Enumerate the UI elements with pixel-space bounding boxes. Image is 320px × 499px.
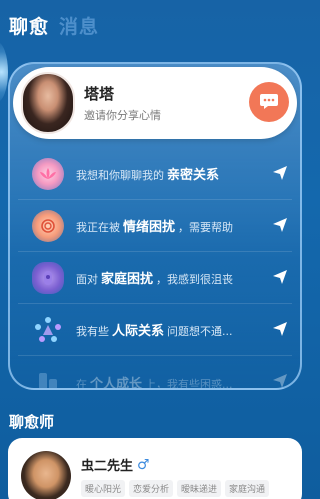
- send-icon[interactable]: [272, 269, 288, 285]
- topic-list: 我想和你聊聊我的 亲密关系 我正在被 情绪困扰 ，需要帮助 面对 家庭困扰 ，我感到很沮丧: [10, 148, 300, 390]
- counselor-name-row: 虫二先生 ♂: [81, 455, 150, 475]
- decorative-glow: [0, 42, 8, 102]
- avatar: [21, 72, 75, 134]
- start-chat-button[interactable]: [249, 82, 289, 122]
- featured-companion-card[interactable]: 塔塔 邀请你分享心情: [13, 67, 297, 139]
- tab-healing[interactable]: 聊愈: [9, 12, 49, 39]
- send-icon[interactable]: [272, 373, 288, 389]
- tag: 家庭沟通: [225, 480, 270, 497]
- people-circle-icon: [32, 314, 64, 346]
- counselor-tags: 暖心阳光 恋爱分析 暧昧递进 家庭沟通: [81, 480, 270, 497]
- companion-subtitle: 邀请你分享心情: [84, 109, 161, 122]
- counselor-name: 虫二先生: [81, 459, 134, 474]
- topic-text: 面对 家庭困扰 ，我感到很沮丧: [76, 272, 234, 287]
- section-title-counselors: 聊愈师: [9, 413, 55, 431]
- family-icon: [32, 261, 64, 294]
- topic-item-relationships[interactable]: 我有些 人际关系 问题想不通...: [18, 304, 292, 356]
- send-icon[interactable]: [272, 165, 288, 181]
- topic-item-family[interactable]: 面对 家庭困扰 ，我感到很沮丧: [18, 252, 292, 304]
- top-tabs: 聊愈 消息: [9, 12, 99, 39]
- chat-bubble-icon: [260, 94, 278, 109]
- spiral-icon: [32, 209, 64, 242]
- topic-item-emotion[interactable]: 我正在被 情绪困扰 ，需要帮助: [18, 200, 292, 252]
- topic-text: 我想和你聊聊我的 亲密关系: [76, 168, 220, 183]
- topic-text: 我有些 人际关系 问题想不通...: [76, 324, 233, 339]
- avatar: [21, 451, 71, 499]
- topic-text: 我正在被 情绪困扰 ，需要帮助: [76, 220, 234, 235]
- tag: 暖心阳光: [81, 480, 126, 497]
- tag: 恋爱分析: [129, 480, 174, 497]
- growth-icon: [32, 366, 64, 388]
- tab-messages[interactable]: 消息: [59, 12, 99, 39]
- chat-panel: 塔塔 邀请你分享心情 我想和你聊聊我的亲密关系 我正在被情绪困扰，需要帮助: [8, 62, 302, 390]
- send-icon[interactable]: [272, 217, 288, 233]
- counselor-card[interactable]: 虫二先生 ♂ 暖心阳光 恋爱分析 暧昧递进 家庭沟通: [8, 438, 302, 499]
- lotus-icon: [32, 157, 64, 190]
- send-icon[interactable]: [272, 321, 288, 337]
- companion-name: 塔塔: [84, 85, 115, 103]
- tag: 暧昧递进: [177, 480, 222, 497]
- topic-text: 在个人成长 上，我有些困惑...: [76, 376, 233, 390]
- topic-item-intimacy[interactable]: 我想和你聊聊我的 亲密关系: [18, 148, 292, 200]
- male-icon: ♂: [137, 456, 150, 473]
- topic-item-growth[interactable]: 在个人成长 上，我有些困惑...: [18, 356, 292, 390]
